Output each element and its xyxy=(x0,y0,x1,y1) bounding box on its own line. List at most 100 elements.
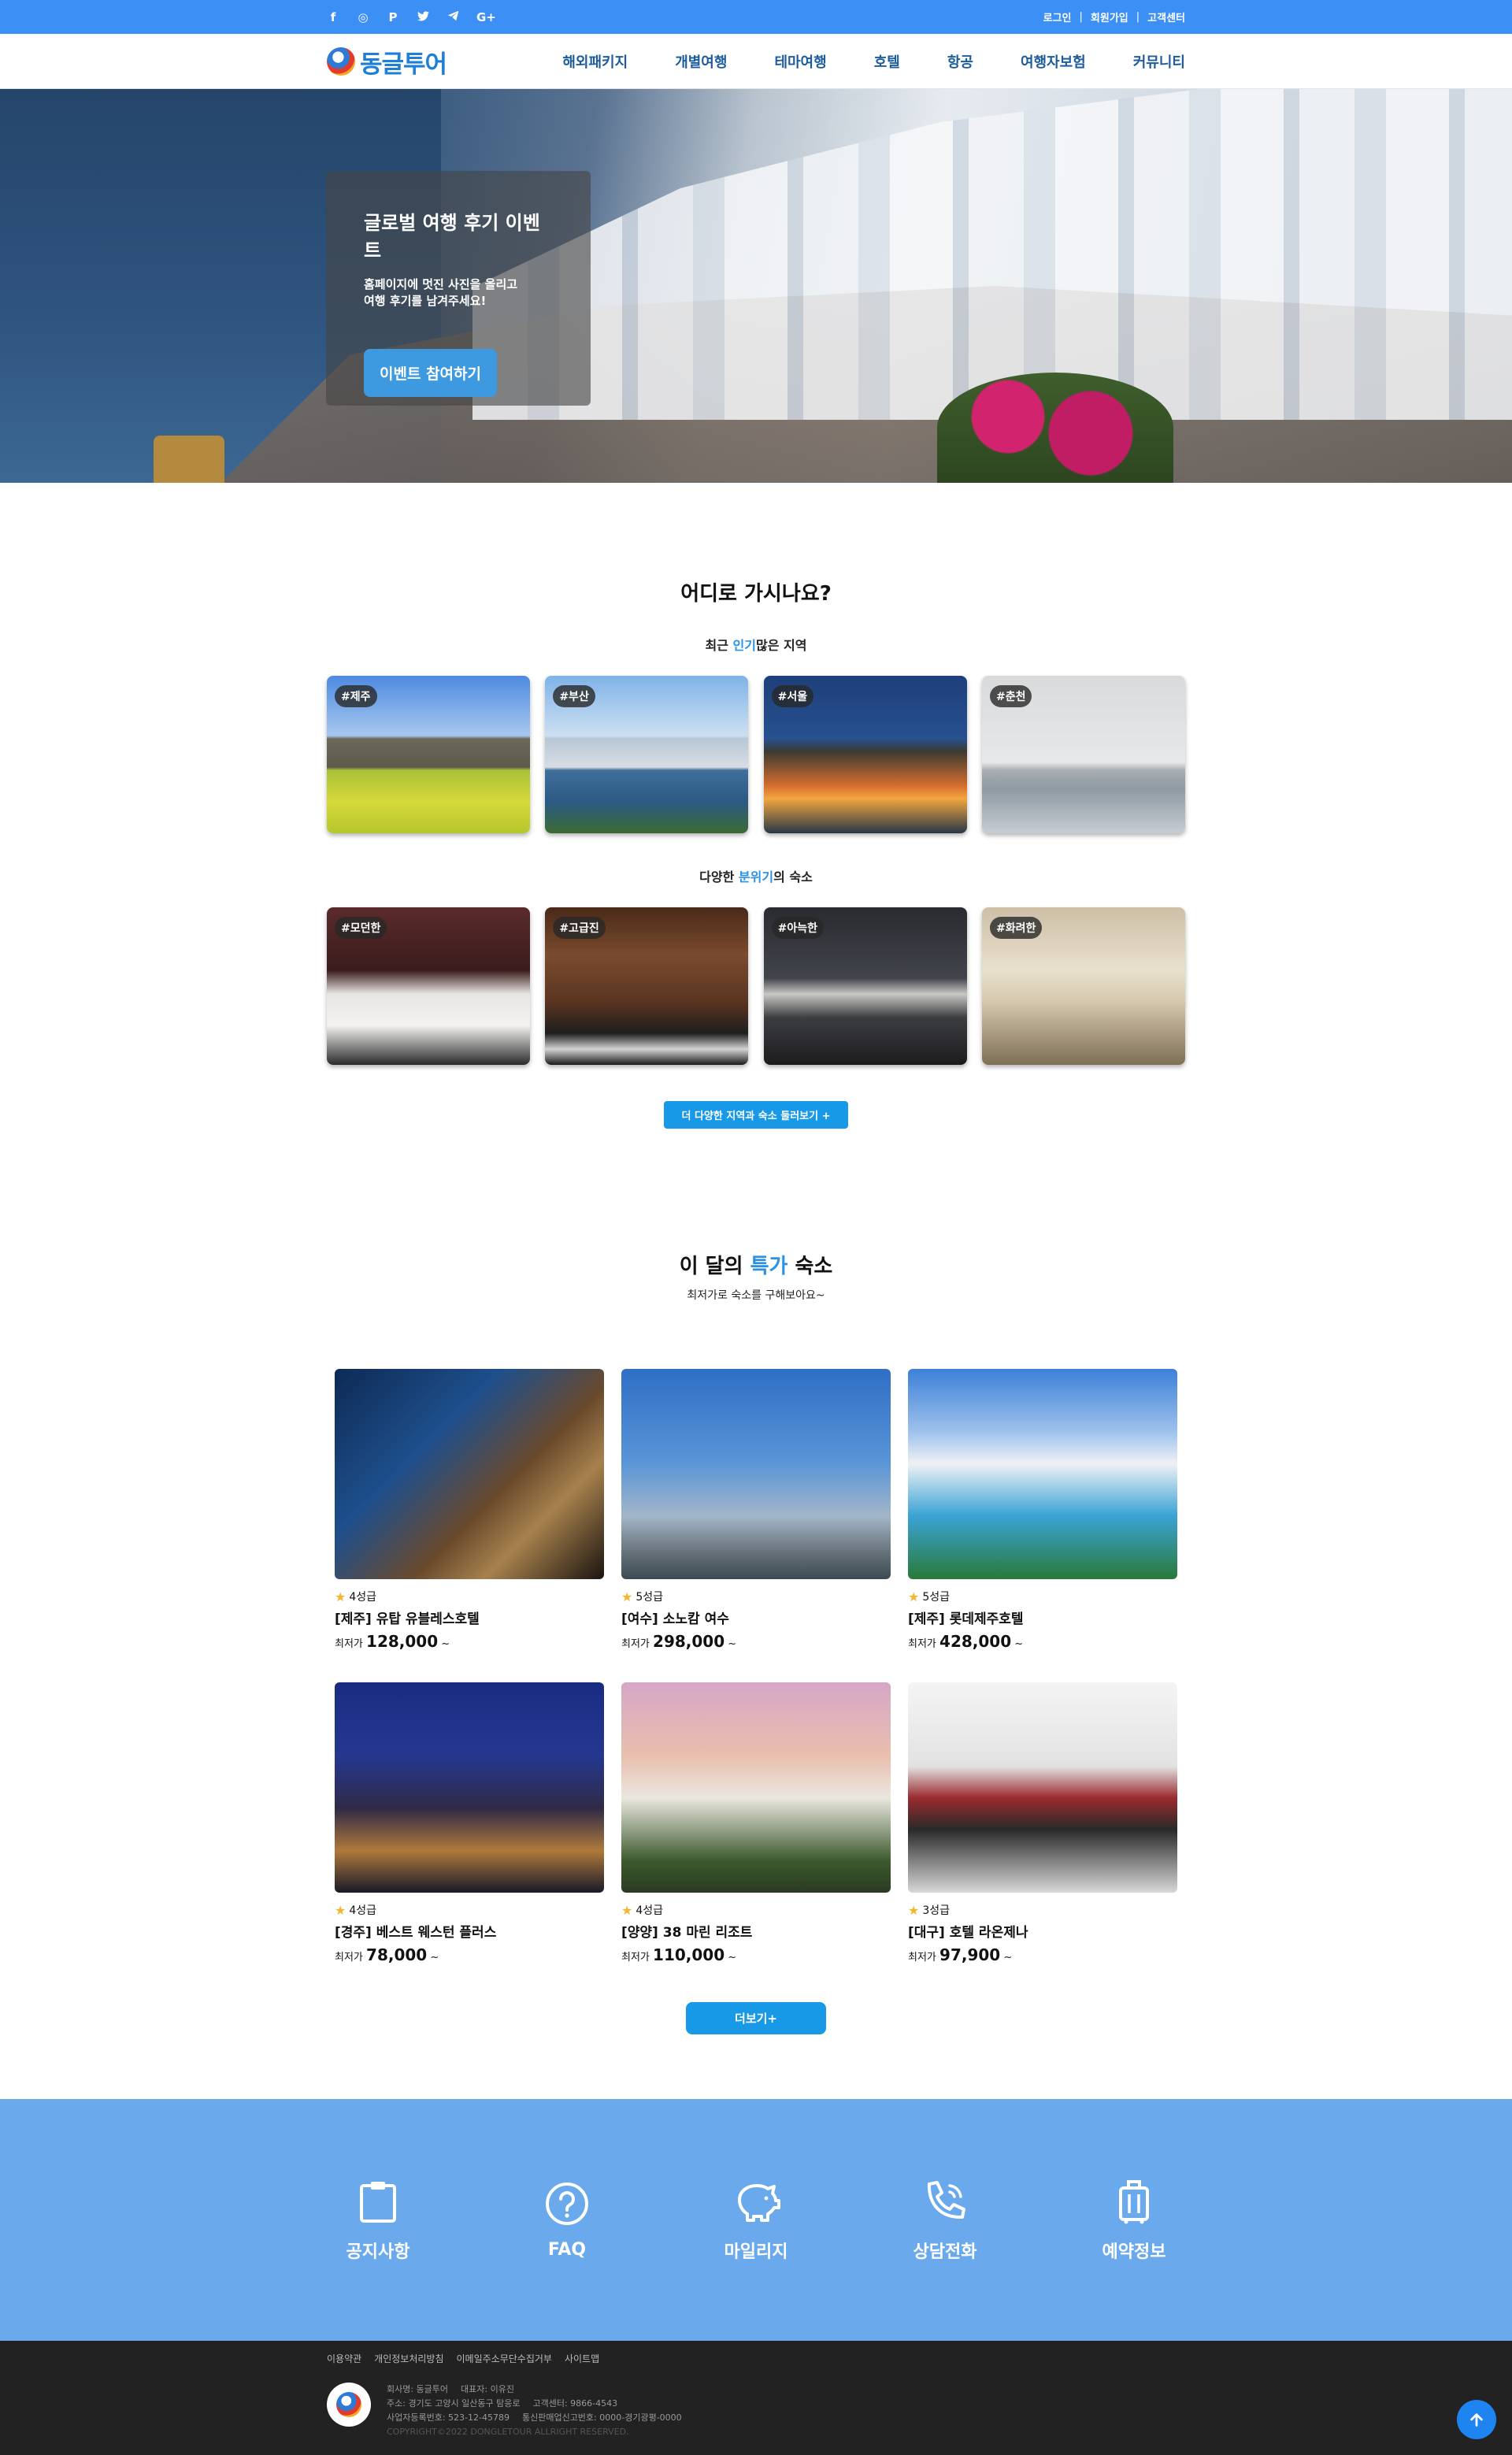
nav-item-individual-travel[interactable]: 개별여행 xyxy=(675,51,727,72)
region-card-jeju[interactable]: #제주 xyxy=(327,676,530,833)
hotel-rating: ★ 3성급 xyxy=(908,1902,1177,1918)
company-address: 주소: 경기도 고양시 일산동구 탐응로 xyxy=(387,2398,521,2409)
scroll-top-button[interactable] xyxy=(1457,2400,1496,2439)
price-prefix: 최저가 xyxy=(621,1638,650,1650)
hotel-card[interactable]: ★ 5성급 [여수] 소노캄 여수 최저가 298,000 ~ xyxy=(621,1369,891,1651)
quick-item-faq[interactable]: FAQ xyxy=(516,2180,618,2260)
company-info: 회사명: 동글투어 대표자: 이유진 주소: 경기도 고양시 일산동구 탐응로 고객… xyxy=(387,2383,682,2439)
hotel-name: [양양] 38 마린 리조트 xyxy=(621,1925,753,1941)
instagram-icon[interactable]: ◎ xyxy=(357,10,369,24)
quick-item-label: FAQ xyxy=(547,2240,587,2260)
luggage-icon xyxy=(1083,2178,1185,2225)
mood-card-luxury[interactable]: #고급진 xyxy=(545,907,749,1065)
logo-mark-icon xyxy=(327,47,355,76)
hotel-card[interactable]: ★ 5성급 [제주] 롯데제주호텔 최저가 428,000 ~ xyxy=(908,1369,1177,1651)
hotel-rating: ★ 5성급 xyxy=(621,1589,891,1604)
hotel-price: 최저가 97,900 ~ xyxy=(908,1945,1177,1964)
where-section: 어디로 가시나요? 최근 인기많은 지역 #제주 #부산 #서울 #춘천 다양한… xyxy=(0,483,1512,1129)
event-join-button[interactable]: 이벤트 참여하기 xyxy=(364,349,497,397)
title-highlight: 특가 xyxy=(750,1255,788,1278)
mood-card-modern[interactable]: #모던한 xyxy=(327,907,530,1065)
hotel-price: 최저가 128,000 ~ xyxy=(335,1632,604,1651)
support-link[interactable]: 고객센터 xyxy=(1147,9,1185,24)
nav-item-hotel[interactable]: 호텔 xyxy=(874,51,900,72)
price-suffix: ~ xyxy=(1014,1638,1024,1650)
price-suffix: ~ xyxy=(728,1952,737,1964)
quick-item-reservation[interactable]: 예약정보 xyxy=(1083,2178,1185,2263)
telegram-icon[interactable] xyxy=(447,10,459,24)
hotel-grade: 4성급 xyxy=(349,1904,377,1917)
piggy-bank-icon xyxy=(705,2178,807,2225)
hotel-list: ★ 4성급 [제주] 유탑 유블레스호텔 최저가 128,000 ~ ★ 5성급 [… xyxy=(327,1369,1185,1996)
quick-item-phone[interactable]: 상담전화 xyxy=(894,2178,996,2263)
nav-item-insurance[interactable]: 여행자보험 xyxy=(1021,51,1086,72)
quick-item-mileage[interactable]: 마일리지 xyxy=(705,2178,807,2263)
nav-item-theme-travel[interactable]: 테마여행 xyxy=(774,51,826,72)
title-text: 이 달의 xyxy=(679,1255,750,1278)
logo-text: 동글투어 xyxy=(360,50,447,79)
hotel-card[interactable]: ★ 4성급 [양양] 38 마린 리조트 최저가 110,000 ~ xyxy=(621,1682,891,1964)
star-icon: ★ xyxy=(335,1589,346,1604)
quick-item-label: 마일리지 xyxy=(724,2242,788,2262)
region-tag: #서울 xyxy=(771,685,814,707)
region-tag: #춘천 xyxy=(989,685,1032,707)
subtitle-text: 다양한 xyxy=(699,870,739,884)
price-suffix: ~ xyxy=(430,1952,439,1964)
hotel-rating: ★ 5성급 xyxy=(908,1589,1177,1604)
pinterest-icon[interactable]: P xyxy=(387,10,399,24)
mood-card-fancy[interactable]: #화려한 xyxy=(981,907,1185,1065)
top-bar: f ◎ P G+ 로그인 | 회원가입 | 고객센터 xyxy=(0,0,1512,34)
price-value: 298,000 xyxy=(653,1632,725,1651)
hotel-name: [여수] 소노캄 여수 xyxy=(621,1611,729,1627)
hotel-photo xyxy=(335,1682,604,1893)
price-suffix: ~ xyxy=(1003,1952,1013,1964)
region-card-seoul[interactable]: #서울 xyxy=(763,676,967,833)
deal-subtitle: 최저가로 숙소를 구해보아요~ xyxy=(687,1289,825,1302)
price-value: 128,000 xyxy=(366,1632,439,1651)
hotel-photo xyxy=(908,1369,1177,1579)
price-prefix: 최저가 xyxy=(335,1952,363,1964)
quick-item-label: 공지사항 xyxy=(346,2242,410,2262)
signup-link[interactable]: 회원가입 xyxy=(1091,9,1128,24)
more-hotels-button[interactable]: 더보기+ xyxy=(686,2002,826,2034)
facebook-icon[interactable]: f xyxy=(327,10,339,24)
site-header: 동글투어 해외패키지 개별여행 테마여행 호텔 항공 여행자보험 커뮤니티 xyxy=(0,34,1512,89)
hotel-card[interactable]: ★ 3성급 [대구] 호텔 라온제나 최저가 97,900 ~ xyxy=(908,1682,1177,1964)
star-icon: ★ xyxy=(621,1589,633,1604)
hotel-rating: ★ 4성급 xyxy=(335,1902,604,1918)
mood-tag: #아늑한 xyxy=(771,917,825,939)
logo-mark-icon xyxy=(336,2392,361,2417)
footer-links: 이용약관 개인정보처리방침 이메일주소무단수집거부 사이트맵 xyxy=(327,2352,1185,2365)
subtitle-highlight: 인기 xyxy=(732,638,756,653)
hotel-photo xyxy=(621,1369,891,1579)
footer-link-privacy[interactable]: 개인정보처리방침 xyxy=(374,2352,443,2365)
footer-link-terms[interactable]: 이용약관 xyxy=(327,2352,361,2365)
nav-item-overseas-package[interactable]: 해외패키지 xyxy=(562,51,628,72)
twitter-icon[interactable] xyxy=(417,10,429,24)
login-link[interactable]: 로그인 xyxy=(1043,9,1072,24)
company-ceo: 대표자: 이유진 xyxy=(461,2384,514,2394)
google-plus-icon[interactable]: G+ xyxy=(476,10,496,24)
hotel-card[interactable]: ★ 4성급 [제주] 유탑 유블레스호텔 최저가 128,000 ~ xyxy=(335,1369,604,1651)
hotel-grade: 5성급 xyxy=(922,1591,951,1604)
hotel-name: [경주] 베스트 웨스턴 플러스 xyxy=(335,1925,497,1941)
hotel-price: 최저가 298,000 ~ xyxy=(621,1632,891,1651)
mood-card-cozy[interactable]: #아늑한 xyxy=(763,907,967,1065)
footer-link-sitemap[interactable]: 사이트맵 xyxy=(565,2352,599,2365)
explore-more-button[interactable]: 더 다양한 지역과 숙소 둘러보기 + xyxy=(664,1101,848,1129)
hotel-grade: 4성급 xyxy=(349,1591,377,1604)
subtitle-highlight: 분위기 xyxy=(738,870,774,884)
mood-subtitle: 다양한 분위기의 숙소 xyxy=(327,866,1185,885)
logo[interactable]: 동글투어 xyxy=(327,44,447,80)
event-title: 글로벌 여행 후기 이벤트 xyxy=(364,212,540,261)
footer-link-email-policy[interactable]: 이메일주소무단수집거부 xyxy=(457,2352,552,2365)
quick-item-notice[interactable]: 공지사항 xyxy=(327,2178,429,2263)
nav-item-community[interactable]: 커뮤니티 xyxy=(1133,51,1185,72)
region-card-chuncheon[interactable]: #춘천 xyxy=(981,676,1185,833)
hotel-card[interactable]: ★ 4성급 [경주] 베스트 웨스턴 플러스 최저가 78,000 ~ xyxy=(335,1682,604,1964)
hotel-name: [제주] 롯데제주호텔 xyxy=(908,1611,1024,1627)
price-suffix: ~ xyxy=(728,1638,737,1650)
region-card-busan[interactable]: #부산 xyxy=(545,676,749,833)
nav-item-flight[interactable]: 항공 xyxy=(947,51,973,72)
mail-order-number: 통신판매업신고번호: 0000-경기광평-0000 xyxy=(521,2412,682,2423)
